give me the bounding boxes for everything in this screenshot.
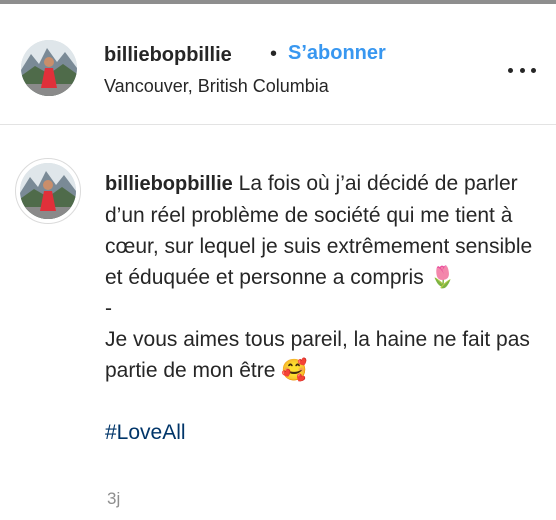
avatar-photo <box>20 163 76 219</box>
caption-spacer <box>105 386 545 417</box>
profile-avatar[interactable] <box>21 40 77 96</box>
avatar-photo <box>21 40 77 96</box>
caption-paragraph-2: Je vous aimes tous pareil, la haine ne f… <box>105 324 545 386</box>
location-link[interactable]: Vancouver, British Columbia <box>104 76 329 97</box>
timestamp[interactable]: 3j <box>107 489 120 509</box>
caption-text: billiebopbillie La fois où j’ai décidé d… <box>105 168 545 448</box>
hashtag-link[interactable]: #LoveAll <box>105 421 186 444</box>
separator-dot: • <box>270 43 278 65</box>
more-options-button[interactable] <box>508 66 536 74</box>
more-horizontal-icon <box>519 67 525 73</box>
caption-paragraph: billiebopbillie La fois où j’ai décidé d… <box>105 168 545 293</box>
header-username[interactable]: billiebopbillie <box>104 44 232 67</box>
comment-avatar[interactable] <box>20 163 76 219</box>
more-horizontal-icon <box>531 67 536 73</box>
caption-dash: - <box>105 297 112 320</box>
caption-line2: Je vous aimes tous pareil, la haine ne f… <box>105 328 530 382</box>
follow-button[interactable]: S’abonner <box>288 42 386 65</box>
comment-username[interactable]: billiebopbillie <box>105 173 233 195</box>
more-horizontal-icon <box>508 67 513 73</box>
smiling-face-with-hearts-emoji: 🥰 <box>281 358 308 382</box>
post-header: billiebopbillie • S’abonner Vancouver, B… <box>0 4 556 125</box>
tulip-emoji: 🌷 <box>429 265 456 289</box>
caption-hashtag-line: #LoveAll <box>105 417 545 448</box>
